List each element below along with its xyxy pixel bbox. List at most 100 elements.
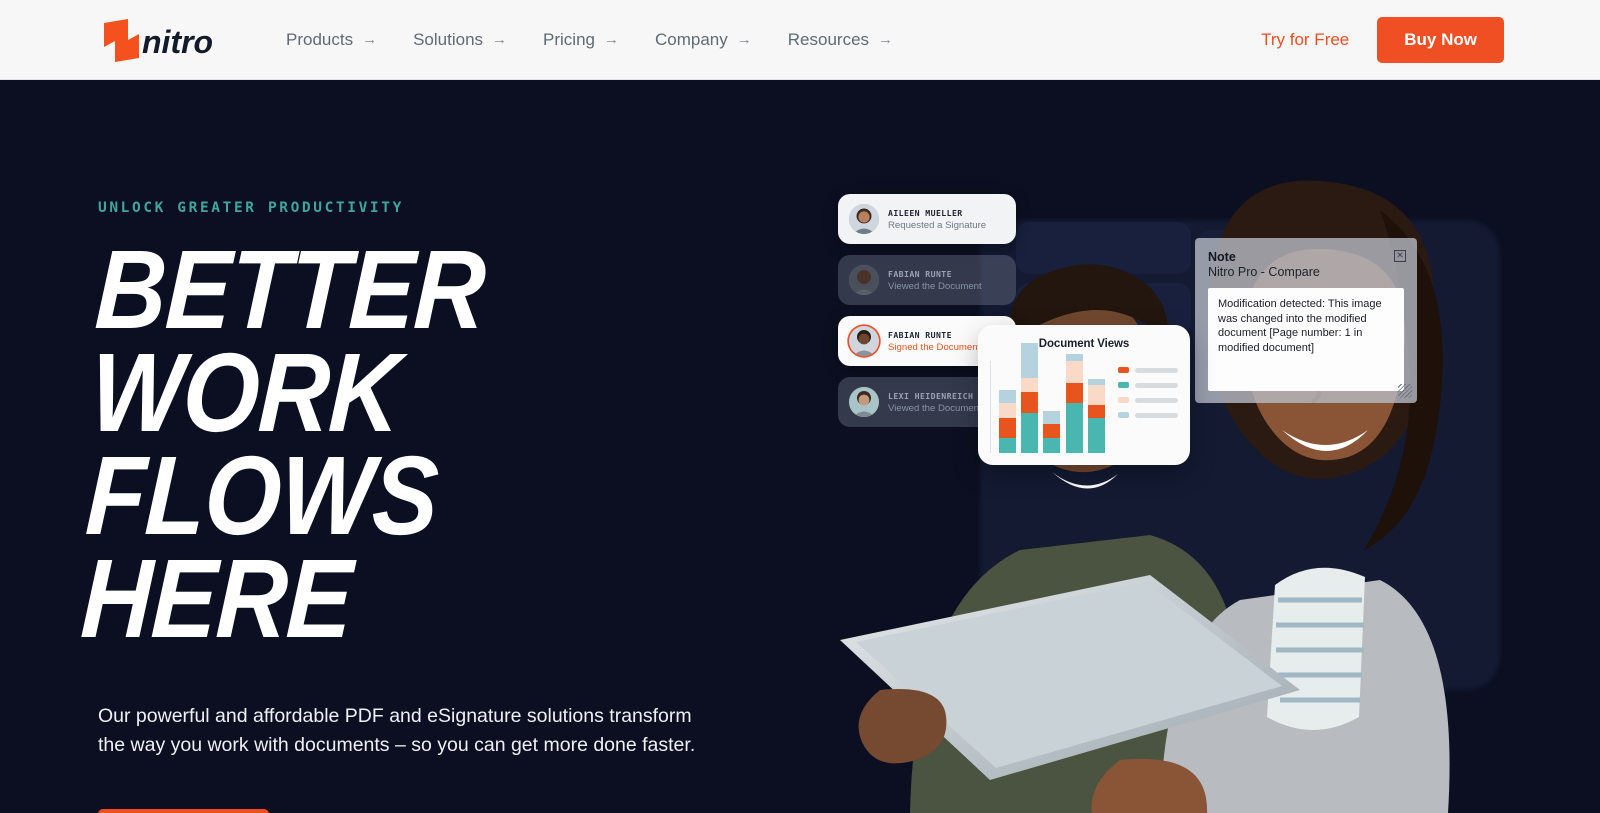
chart-bar-segment xyxy=(1021,392,1039,413)
arrow-right-icon: → xyxy=(736,31,752,48)
notification-action: Viewed the Document xyxy=(888,402,982,414)
avatar xyxy=(849,326,879,356)
chart-bar xyxy=(998,390,1016,453)
avatar-image xyxy=(849,204,879,234)
chart-bar xyxy=(1065,353,1083,453)
notification-card[interactable]: FABIAN RUNTE Viewed the Document xyxy=(838,255,1016,305)
legend-label-placeholder xyxy=(1135,382,1178,388)
avatar-image xyxy=(849,387,879,417)
chart-bar-segment xyxy=(998,403,1016,419)
notification-name: LEXI HEIDENREICH xyxy=(888,390,974,401)
note-title: Note xyxy=(1208,250,1236,264)
chart-bar-segment xyxy=(1043,410,1061,424)
note-popup[interactable]: Note Nitro Pro - Compare ✕ Modification … xyxy=(1195,238,1417,403)
nav-item-pricing[interactable]: Pricing → xyxy=(543,30,619,50)
close-icon[interactable]: ✕ xyxy=(1394,250,1406,262)
headline-line-1: Better Work xyxy=(87,227,488,456)
legend-item xyxy=(1118,367,1178,373)
legend-swatch xyxy=(1118,412,1129,418)
chart-bar-segment xyxy=(998,390,1016,404)
chart-bar-segment xyxy=(1065,361,1083,384)
note-subtitle: Nitro Pro - Compare xyxy=(1208,265,1320,279)
get-started-button[interactable]: Get Started xyxy=(98,808,270,813)
nav-item-products[interactable]: Products → xyxy=(286,30,377,50)
hero-copy: UNLOCK GREATER PRODUCTIVITY Better Work … xyxy=(78,200,758,813)
notification-name: FABIAN RUNTE xyxy=(888,329,952,340)
chart-bar-segment xyxy=(1021,377,1039,393)
nav-label: Solutions xyxy=(413,29,484,49)
chart-bar xyxy=(1043,410,1061,453)
chart-bar-segment xyxy=(1021,342,1039,378)
chart-bar-segment xyxy=(1021,412,1039,453)
nitro-logo-mark: nitro xyxy=(104,18,213,62)
chart-bar-segment xyxy=(1088,418,1106,453)
arrow-right-icon: → xyxy=(492,31,508,48)
legend-label-placeholder xyxy=(1135,412,1178,418)
chart-bar-segment xyxy=(1065,383,1083,404)
nav-item-company[interactable]: Company → xyxy=(655,30,752,50)
avatar-image xyxy=(849,265,879,295)
notification-text: FABIAN RUNTE Viewed the Document xyxy=(888,269,982,292)
nav-label: Pricing xyxy=(543,29,595,49)
chart-bar-segment xyxy=(1043,423,1061,439)
nitro-logo[interactable]: nitro xyxy=(98,17,230,63)
svg-text:nitro: nitro xyxy=(142,24,213,60)
notification-action: Requested a Signature xyxy=(888,219,987,231)
avatar xyxy=(849,387,879,417)
notification-text: LEXI HEIDENREICH Viewed the Document xyxy=(888,391,982,414)
nav-label: Products xyxy=(286,29,354,49)
arrow-right-icon: → xyxy=(604,31,619,48)
notification-name: AILEEN MUELLER xyxy=(888,207,963,218)
avatar-image xyxy=(849,326,879,356)
nav-label: Resources xyxy=(787,29,870,49)
buy-now-button[interactable]: Buy Now xyxy=(1377,16,1504,63)
chart-body xyxy=(990,342,1178,453)
notification-action: Viewed the Document xyxy=(888,280,982,292)
hero-visual: AILEEN MUELLER Requested a Signature FAB… xyxy=(820,80,1600,813)
arrow-right-icon: → xyxy=(362,31,378,48)
notification-name: FABIAN RUNTE xyxy=(888,268,952,279)
arrow-right-icon: → xyxy=(878,31,894,48)
chart-title: Document Views xyxy=(1038,338,1130,350)
header-actions: Try for Free Buy Now xyxy=(1261,16,1504,63)
chart-bar xyxy=(1088,379,1106,453)
legend-label-placeholder xyxy=(1135,397,1178,403)
chart-bar-segment xyxy=(1088,384,1106,406)
hero-section: UNLOCK GREATER PRODUCTIVITY Better Work … xyxy=(0,80,1600,813)
site-header: nitro Products → Solutions → Pricing → C… xyxy=(0,0,1600,80)
hero-subtext: Our powerful and affordable PDF and eSig… xyxy=(98,705,696,757)
chart-bar-segment xyxy=(1043,438,1061,453)
notification-text: FABIAN RUNTE Signed the Document xyxy=(888,330,980,353)
chart-legend xyxy=(1108,361,1178,453)
notification-action: Signed the Document xyxy=(888,341,981,353)
legend-item xyxy=(1118,412,1178,418)
legend-swatch xyxy=(1118,382,1129,388)
hero-headline: Better Work Flows Here xyxy=(78,227,679,662)
chart-bar-segment xyxy=(1065,403,1083,453)
avatar xyxy=(849,204,879,234)
nav-label: Company xyxy=(655,29,728,49)
legend-item xyxy=(1118,382,1178,388)
note-body-text: Modification detected: This image was ch… xyxy=(1208,288,1404,391)
notification-card[interactable]: AILEEN MUELLER Requested a Signature xyxy=(838,194,1016,244)
nav-item-resources[interactable]: Resources → xyxy=(788,30,893,50)
chart-bar-segment xyxy=(1088,405,1106,419)
hero-eyebrow: UNLOCK GREATER PRODUCTIVITY xyxy=(98,200,404,216)
people-photo xyxy=(840,180,1450,813)
nav-item-solutions[interactable]: Solutions → xyxy=(413,30,507,50)
chart-bar-segment xyxy=(1065,353,1083,362)
legend-label-placeholder xyxy=(1135,367,1178,373)
chart-bar-segment xyxy=(998,438,1016,453)
resize-grip-icon[interactable] xyxy=(1398,384,1412,398)
notification-text: AILEEN MUELLER Requested a Signature xyxy=(888,208,986,231)
headline-line-2: Flows Here xyxy=(78,433,441,662)
main-navigation: Products → Solutions → Pricing → Company… xyxy=(286,30,893,50)
try-for-free-link[interactable]: Try for Free xyxy=(1261,30,1349,50)
avatar xyxy=(849,265,879,295)
document-views-chart-card[interactable]: Document Views xyxy=(978,325,1190,465)
chart-bar-segment xyxy=(998,418,1016,439)
legend-swatch xyxy=(1118,367,1129,373)
chart-plot-area xyxy=(990,342,1108,453)
legend-item xyxy=(1118,397,1178,403)
chart-bar xyxy=(1021,342,1039,453)
